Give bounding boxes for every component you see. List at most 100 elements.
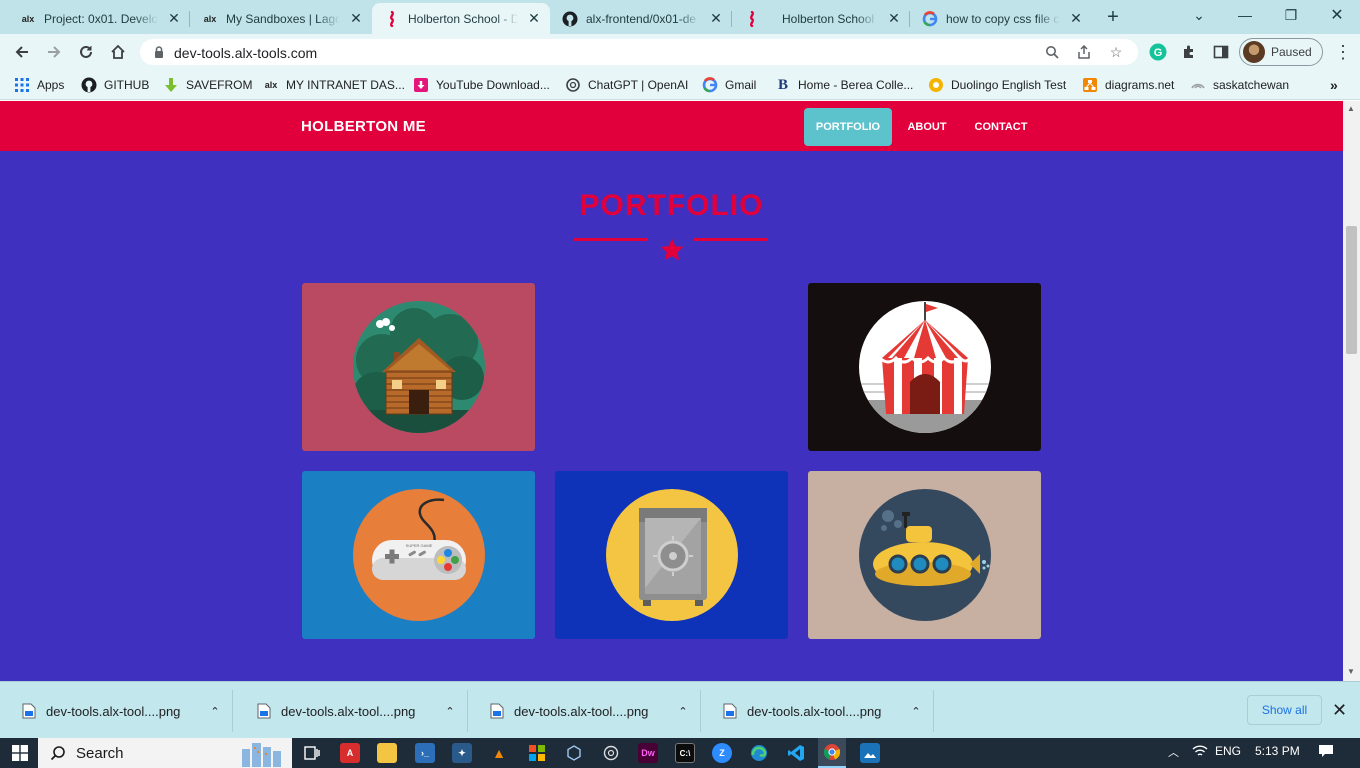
file-icon	[22, 703, 36, 719]
savefrom-icon	[163, 77, 179, 93]
portfolio-item-circus-tent[interactable]	[808, 283, 1041, 451]
address-bar[interactable]: dev-tools.alx-tools.com ☆	[140, 39, 1138, 65]
scrollbar-thumb[interactable]	[1346, 226, 1357, 354]
nav-about-link[interactable]: ABOUT	[897, 108, 957, 146]
store-icon[interactable]	[527, 743, 547, 763]
bookmark-github[interactable]: GITHUB	[81, 76, 149, 94]
chrome-menu-icon[interactable]: ⋮	[1329, 38, 1357, 66]
tab-strip: alx Project: 0x01. Develop ✕ alx My Sand…	[0, 0, 1360, 34]
browser-tab[interactable]: Holberton School - De ✕	[732, 3, 910, 34]
back-button[interactable]	[8, 38, 36, 66]
bookmark-intranet[interactable]: alx MY INTRANET DAS...	[263, 76, 405, 94]
taskbar-search-box[interactable]: Search	[38, 738, 292, 768]
reload-icon	[80, 45, 92, 58]
acrobat-icon[interactable]: A	[340, 743, 360, 763]
browser-tab[interactable]: alx-frontend/0x01-de ✕	[550, 3, 732, 34]
star-bookmark-icon[interactable]: ☆	[1106, 42, 1126, 62]
download-item[interactable]: dev-tools.alx-tool....png ⌃	[701, 690, 934, 732]
photos-icon[interactable]	[860, 743, 880, 763]
bookmark-apps[interactable]: Apps	[14, 76, 64, 94]
bookmark-berea[interactable]: B Home - Berea Colle...	[775, 76, 913, 94]
wifi-icon[interactable]	[1192, 744, 1208, 761]
share-icon[interactable]	[1074, 42, 1094, 62]
virtualbox-icon[interactable]	[564, 743, 584, 763]
browser-tab[interactable]: how to copy css file c ✕	[910, 3, 1092, 34]
close-icon[interactable]: ✕	[348, 10, 364, 27]
browser-tab-active[interactable]: Holberton School - De ✕	[372, 3, 550, 34]
zoom-icon[interactable]	[1042, 42, 1062, 62]
task-view-icon[interactable]	[302, 743, 322, 763]
vscode-icon[interactable]	[786, 743, 806, 763]
new-tab-button[interactable]: +	[1101, 7, 1125, 29]
file-explorer-icon[interactable]	[377, 743, 397, 763]
notifications-icon[interactable]	[1318, 744, 1334, 761]
profile-button[interactable]: Paused	[1239, 38, 1323, 66]
window-close-button[interactable]: ✕	[1314, 0, 1360, 30]
close-icon[interactable]: ✕	[1068, 10, 1084, 27]
scroll-up-arrow-icon[interactable]: ▲	[1347, 104, 1355, 113]
bookmarks-overflow-chevron-icon[interactable]: »	[1330, 76, 1338, 94]
forward-button[interactable]	[40, 38, 68, 66]
vlc-icon[interactable]: ▲	[489, 743, 509, 763]
download-item[interactable]: dev-tools.alx-tool....png ⌃	[0, 690, 233, 732]
zoom-app-icon[interactable]: Z	[712, 743, 732, 763]
grammarly-icon[interactable]: G	[1144, 38, 1172, 66]
browser-tab[interactable]: alx My Sandboxes | Lagos ✕	[190, 3, 372, 34]
tableau-icon[interactable]: ✦	[452, 743, 472, 763]
site-brand[interactable]: HOLBERTON ME	[301, 118, 426, 135]
download-item[interactable]: dev-tools.alx-tool....png ⌃	[468, 690, 701, 732]
portfolio-item-cabin[interactable]	[302, 283, 535, 451]
extensions-icon[interactable]	[1175, 38, 1203, 66]
portfolio-item-game-controller[interactable]: SUPER GAME	[302, 471, 535, 639]
page-scrollbar[interactable]: ▲ ▼	[1343, 101, 1360, 681]
close-icon[interactable]: ✕	[526, 10, 542, 27]
close-icon[interactable]: ✕	[166, 10, 182, 27]
chrome-taskbar-icon[interactable]	[818, 738, 846, 768]
bookmarks-bar: Apps GITHUB SAVEFROM alx MY INTRANET DAS…	[0, 70, 1360, 100]
portfolio-item-safe[interactable]	[555, 471, 788, 639]
close-icon[interactable]: ✕	[886, 10, 902, 27]
terminal-icon[interactable]: C:\	[675, 743, 695, 763]
edge-icon[interactable]	[749, 743, 769, 763]
browser-tab[interactable]: alx Project: 0x01. Develop ✕	[8, 3, 190, 34]
bookmark-gmail[interactable]: Gmail	[702, 76, 756, 94]
powershell-icon[interactable]: ›_	[415, 743, 435, 763]
chevron-up-icon[interactable]: ⌃	[678, 705, 687, 718]
chevron-up-icon[interactable]: ⌃	[445, 705, 454, 718]
arrow-right-icon	[48, 46, 61, 58]
chevron-up-icon[interactable]: ⌃	[210, 705, 219, 718]
reload-button[interactable]	[72, 38, 100, 66]
bookmark-chatgpt[interactable]: ChatGPT | OpenAI	[565, 76, 688, 94]
google-icon	[922, 10, 938, 27]
nav-contact-link[interactable]: CONTACT	[964, 108, 1038, 146]
windows-start-icon[interactable]	[10, 743, 30, 763]
section-title: PORTFOLIO	[579, 189, 764, 222]
dreamweaver-icon[interactable]: Dw	[638, 743, 658, 763]
portfolio-item-submarine[interactable]	[808, 471, 1041, 639]
download-filename: dev-tools.alx-tool....png	[281, 703, 416, 719]
safe-icon	[605, 489, 738, 621]
tab-search-button[interactable]: ⌄	[1176, 0, 1222, 30]
minimize-button[interactable]: —	[1222, 0, 1268, 30]
download-item[interactable]: dev-tools.alx-tool....png ⌃	[235, 690, 468, 732]
language-indicator[interactable]: ENG	[1215, 744, 1241, 758]
close-icon[interactable]: ✕	[708, 10, 724, 27]
clock-time[interactable]: 5:13 PM	[1255, 744, 1300, 758]
bookmark-diagrams[interactable]: diagrams.net	[1082, 76, 1174, 94]
show-all-downloads-button[interactable]: Show all	[1247, 695, 1322, 725]
close-downloads-icon[interactable]: ✕	[1332, 700, 1347, 721]
home-button[interactable]	[104, 38, 132, 66]
openai-app-icon[interactable]	[601, 743, 621, 763]
show-hidden-icons-chevron-icon[interactable]: ︿	[1168, 744, 1179, 760]
bookmark-saskatchewan[interactable]: saskatchewan	[1190, 76, 1289, 94]
bookmark-youtube-download[interactable]: YouTube Download...	[413, 76, 550, 94]
restore-button[interactable]: ❐	[1268, 0, 1314, 30]
chevron-up-icon[interactable]: ⌃	[911, 705, 920, 718]
bookmark-duolingo[interactable]: Duolingo English Test	[928, 76, 1066, 94]
tab-title: Holberton School - De	[782, 11, 878, 26]
bookmark-label: Gmail	[725, 78, 757, 92]
scroll-down-arrow-icon[interactable]: ▼	[1347, 667, 1355, 676]
bookmark-savefrom[interactable]: SAVEFROM	[163, 76, 252, 94]
side-panel-icon[interactable]	[1207, 38, 1235, 66]
nav-portfolio-link[interactable]: PORTFOLIO	[804, 108, 892, 146]
